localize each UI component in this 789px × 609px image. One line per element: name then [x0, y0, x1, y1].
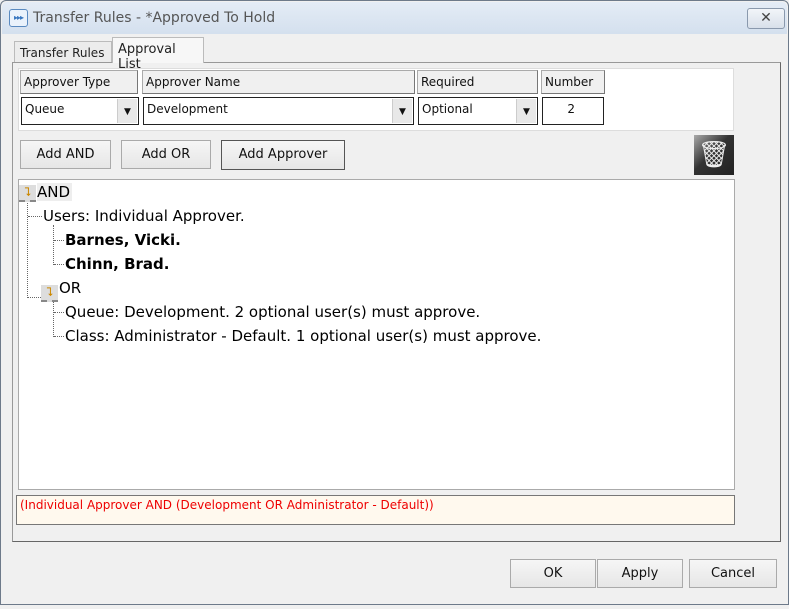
- number-input[interactable]: 2: [542, 97, 604, 125]
- tree-node-queue[interactable]: Queue: Development. 2 optional user(s) m…: [65, 303, 480, 321]
- tab-transfer-rules[interactable]: Transfer Rules: [14, 41, 112, 63]
- ok-button[interactable]: OK: [510, 559, 596, 588]
- app-icon: ▸▸▸: [9, 9, 28, 27]
- add-or-button[interactable]: Add OR: [121, 140, 211, 169]
- title-bar[interactable]: ▸▸▸ Transfer Rules - *Approved To Hold ✕: [2, 2, 787, 34]
- chevron-down-icon[interactable]: ▼: [516, 99, 536, 123]
- trash-icon[interactable]: 🗑: [694, 135, 734, 175]
- header-approver-type: Approver Type: [20, 70, 138, 94]
- tree-line: [53, 225, 54, 265]
- tree-node-user[interactable]: Barnes, Vicki.: [65, 231, 181, 249]
- tree-line: [54, 240, 64, 241]
- tree-line: [54, 312, 64, 313]
- tree-node-user[interactable]: Chinn, Brad.: [65, 255, 170, 273]
- add-and-button[interactable]: Add AND: [20, 140, 111, 169]
- tree-node-and[interactable]: AND: [37, 183, 73, 201]
- header-required: Required: [417, 70, 538, 94]
- tree-line: [54, 336, 64, 337]
- tree-line: [28, 216, 42, 217]
- tree-node-users[interactable]: Users: Individual Approver.: [43, 207, 245, 225]
- tree-node-class[interactable]: Class: Administrator - Default. 1 option…: [65, 327, 541, 345]
- and-gate-icon: ⮧: [19, 185, 36, 202]
- cancel-button[interactable]: Cancel: [689, 559, 777, 588]
- tree-node-or[interactable]: OR: [59, 279, 81, 297]
- approver-name-select[interactable]: Development ▼: [143, 97, 414, 125]
- apply-button[interactable]: Apply: [597, 559, 683, 588]
- window-title: Transfer Rules - *Approved To Hold: [33, 10, 276, 26]
- approver-type-value: Queue: [25, 102, 65, 116]
- approver-name-value: Development: [147, 102, 228, 116]
- required-select[interactable]: Optional ▼: [418, 97, 538, 125]
- tree-line: [54, 264, 64, 265]
- or-gate-icon: ⮧: [41, 285, 58, 302]
- tab-approval-list[interactable]: Approval List: [112, 37, 204, 72]
- chevron-down-icon[interactable]: ▼: [392, 99, 412, 123]
- tree-line: [28, 297, 41, 298]
- tree-line: [53, 298, 54, 337]
- rule-expression: (Individual Approver AND (Development OR…: [16, 495, 735, 525]
- header-number: Number: [541, 70, 605, 94]
- close-button[interactable]: ✕: [747, 8, 785, 29]
- add-approver-button[interactable]: Add Approver: [221, 140, 345, 170]
- required-value: Optional: [422, 102, 473, 116]
- approver-type-select[interactable]: Queue ▼: [21, 97, 139, 125]
- chevron-down-icon[interactable]: ▼: [117, 99, 137, 123]
- header-approver-name: Approver Name: [142, 70, 415, 94]
- close-icon: ✕: [760, 10, 772, 26]
